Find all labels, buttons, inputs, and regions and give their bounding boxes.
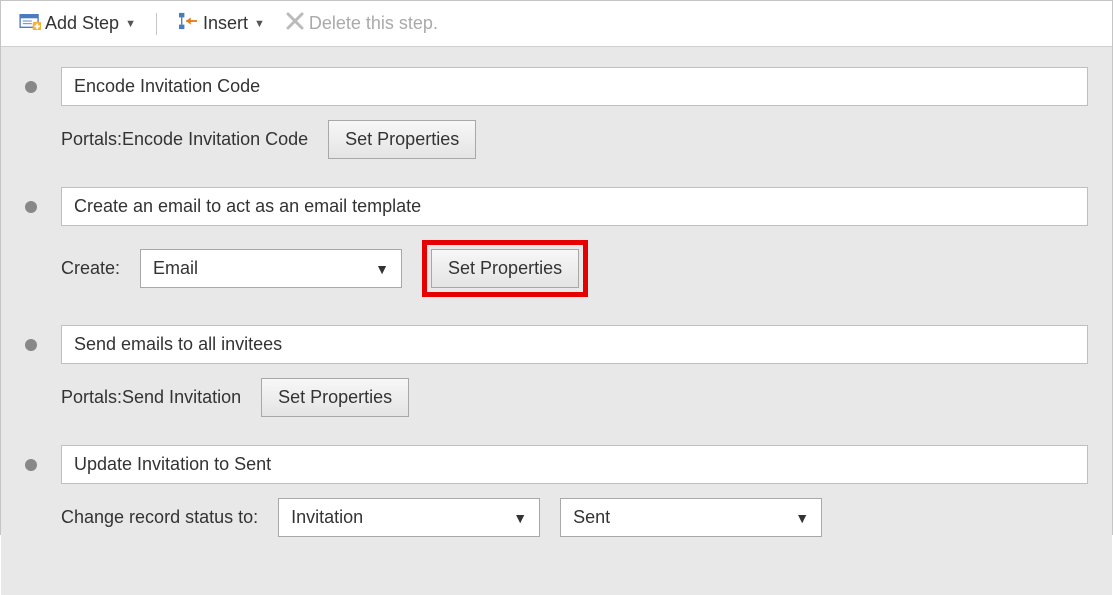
step-title-input[interactable] [61, 67, 1088, 106]
insert-button[interactable]: Insert ▼ [171, 8, 271, 39]
set-properties-button[interactable]: Set Properties [261, 378, 409, 417]
step-title-input[interactable] [61, 325, 1088, 364]
delete-step-button: Delete this step. [279, 7, 444, 40]
add-step-icon [19, 12, 41, 35]
step-title-input[interactable] [61, 445, 1088, 484]
status-value-select[interactable]: Sent ▼ [560, 498, 822, 537]
chevron-down-icon: ▼ [254, 18, 265, 30]
step-detail: Portals:Encode Invitation Code Set Prope… [1, 106, 1112, 187]
status-entity-select[interactable]: Invitation ▼ [278, 498, 540, 537]
insert-icon [177, 12, 199, 35]
insert-label: Insert [203, 13, 248, 34]
create-entity-select[interactable]: Email ▼ [140, 249, 402, 288]
delete-step-label: Delete this step. [309, 13, 438, 34]
step-action-label: Portals:Send Invitation [61, 387, 241, 408]
delete-icon [285, 11, 305, 36]
toolbar: Add Step ▼ Insert ▼ [1, 1, 1112, 47]
create-label: Create: [61, 258, 120, 279]
separator [156, 13, 157, 35]
select-value: Email [141, 250, 401, 287]
change-status-label: Change record status to: [61, 507, 258, 528]
select-value: Invitation [279, 499, 539, 536]
step-title-input[interactable] [61, 187, 1088, 226]
steps-area: Portals:Encode Invitation Code Set Prope… [1, 47, 1112, 595]
highlight-box: Set Properties [422, 240, 588, 297]
chevron-down-icon: ▼ [125, 18, 136, 30]
step-row [1, 325, 1112, 364]
step-detail: Change record status to: Invitation ▼ Se… [1, 484, 1112, 565]
step-detail: Create: Email ▼ Set Properties [1, 226, 1112, 325]
step-action-label: Portals:Encode Invitation Code [61, 129, 308, 150]
add-step-label: Add Step [45, 13, 119, 34]
step-bullet [25, 81, 37, 93]
step-row [1, 445, 1112, 484]
step-detail: Portals:Send Invitation Set Properties [1, 364, 1112, 445]
step-row [1, 67, 1112, 106]
add-step-button[interactable]: Add Step ▼ [13, 8, 142, 39]
step-bullet [25, 459, 37, 471]
step-row [1, 187, 1112, 226]
step-bullet [25, 201, 37, 213]
step-bullet [25, 339, 37, 351]
workflow-editor: Add Step ▼ Insert ▼ [0, 0, 1113, 535]
set-properties-button[interactable]: Set Properties [328, 120, 476, 159]
set-properties-button[interactable]: Set Properties [431, 249, 579, 288]
select-value: Sent [561, 499, 821, 536]
